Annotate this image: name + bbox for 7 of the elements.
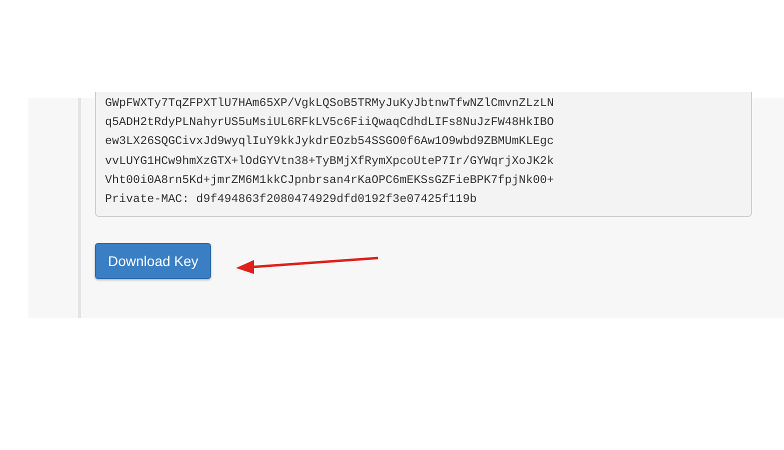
key-line: q5ADH2tRdyPLNahyrUS5uMsiUL6RFkLV5c6FiiQwaqCdhdLIFs8NuJzFW48HkIBO — [105, 114, 554, 132]
key-line: vvLUYG1HCw9hmXzGTX+lOdGYVtn38+TyBMjXfRymXpcoUteP7Ir/GYWqrjXoJK2k — [105, 152, 554, 170]
key-line: GWpFWXTy7TqZFPXTlU7HAm65XP/VgkLQSoB5TRMyJuKyJbtnwTfwNZlCmvnZLzLN — [105, 95, 554, 112]
key-line: Private-MAC: d9f494863f2080474929dfd0192f3e07425f119b — [105, 191, 477, 208]
key-line: Vht00i0A8rn5Kd+jmrZM6M1kkCJpnbrsan4rKaOPC6mEKSsGZFieBPK7fpjNk00+ — [105, 172, 554, 189]
key-line: ew3LX26SQGCivxJd9wyqlIuY9kkJykdrEOzb54SSGO0f6Aw1O9wbd9ZBMUmKLEgc — [105, 133, 554, 150]
download-key-button[interactable]: Download Key — [95, 243, 212, 280]
